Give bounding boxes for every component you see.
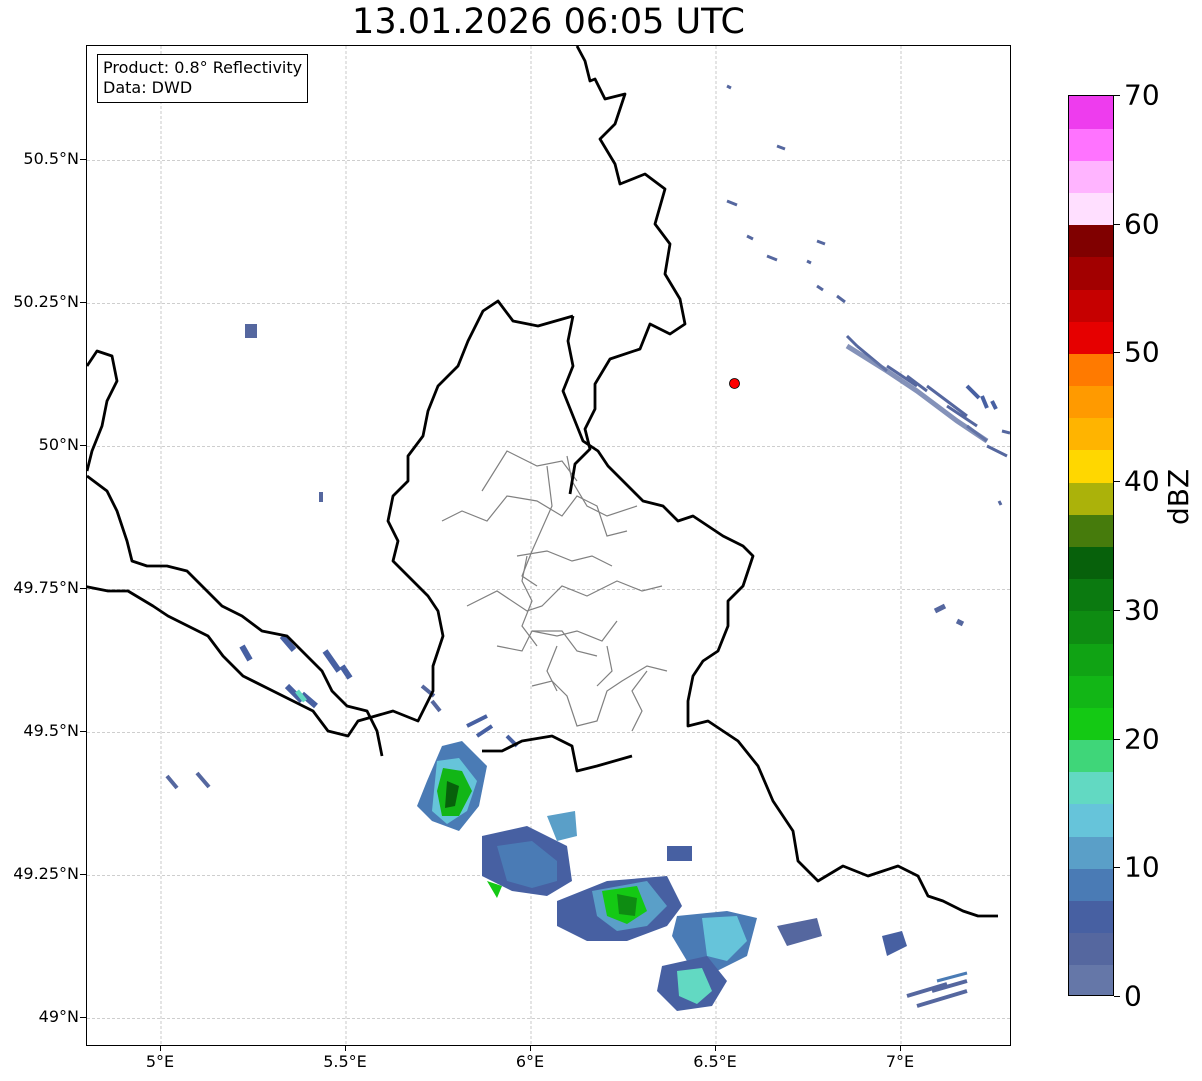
- colorbar-segment: [1069, 610, 1113, 644]
- colorbar-tick: [1114, 95, 1120, 96]
- lon-tick-label: 6.5°E: [693, 1052, 737, 1071]
- colorbar-segment: [1069, 224, 1113, 258]
- colorbar-segment: [1069, 514, 1113, 547]
- lon-tick-label: 6°E: [515, 1052, 545, 1071]
- colorbar-tick-label: 0: [1124, 979, 1142, 1013]
- lat-tick: [80, 874, 86, 876]
- colorbar-segment: [1069, 739, 1113, 773]
- colorbar-segment: [1069, 353, 1113, 387]
- product-info-box: Product: 0.8° Reflectivity Data: DWD: [97, 54, 309, 103]
- colorbar-segment: [1069, 321, 1113, 354]
- colorbar-segment: [1069, 675, 1113, 708]
- colorbar-segment: [1069, 449, 1113, 483]
- colorbar-segment: [1069, 128, 1113, 161]
- colorbar-segment: [1069, 417, 1113, 451]
- lat-tick: [80, 159, 86, 161]
- colorbar-segment: [1069, 482, 1113, 515]
- map-title: 13.01.2026 06:05 UTC: [352, 2, 745, 42]
- lat-tick-label: 49.5°N: [23, 721, 79, 741]
- colorbar-segment: [1069, 643, 1113, 676]
- colorbar-segment: [1069, 192, 1113, 226]
- lat-tick: [80, 588, 86, 590]
- data-source-label: Data: DWD: [103, 78, 193, 97]
- lon-tick: [160, 1046, 161, 1051]
- lat-tick: [80, 1017, 86, 1019]
- colorbar-unit-label: dBZ: [1162, 468, 1195, 525]
- lat-tick-label: 50°N: [38, 435, 79, 455]
- colorbar-tick: [1114, 223, 1120, 225]
- colorbar-tick-label: 10: [1124, 850, 1160, 884]
- lat-tick-label: 49°N: [38, 1007, 79, 1027]
- colorbar-segment: [1069, 256, 1113, 290]
- national-borders: [87, 46, 998, 918]
- colorbar-tick-label: 40: [1124, 464, 1160, 498]
- colorbar-segment: [1069, 964, 1113, 995]
- product-label: Product: 0.8° Reflectivity: [103, 58, 303, 77]
- colorbar-tick: [1114, 867, 1120, 869]
- colorbar-tick: [1114, 352, 1120, 354]
- colorbar-segment: [1069, 932, 1113, 966]
- colorbar-tick-label: 30: [1124, 593, 1160, 627]
- map-canvas: [87, 46, 1010, 1045]
- lon-tick: [345, 1046, 346, 1051]
- lat-tick-label: 49.25°N: [13, 864, 79, 884]
- colorbar-segment: [1069, 289, 1113, 322]
- lat-tick-label: 50.5°N: [23, 149, 79, 169]
- colorbar-segment: [1069, 771, 1113, 805]
- colorbar-tick-label: 20: [1124, 722, 1160, 756]
- lon-tick-label: 5°E: [145, 1052, 175, 1071]
- colorbar-tick-label: 50: [1124, 335, 1160, 369]
- colorbar-segment: [1069, 707, 1113, 741]
- colorbar-segment: [1069, 96, 1113, 129]
- colorbar-segment: [1069, 546, 1113, 580]
- lon-tick-label: 5.5°E: [323, 1052, 367, 1071]
- radar-map[interactable]: [86, 45, 1011, 1046]
- colorbar-tick-label: 60: [1124, 207, 1160, 241]
- lat-tick: [80, 445, 86, 447]
- colorbar-segment: [1069, 385, 1113, 419]
- lat-tick: [80, 302, 86, 304]
- graticule: [87, 46, 1010, 1045]
- colorbar-segment: [1069, 578, 1113, 612]
- lat-tick-label: 50.25°N: [13, 292, 79, 312]
- lat-tick: [80, 731, 86, 733]
- radar-site-marker[interactable]: [729, 378, 740, 389]
- lat-tick-label: 49.75°N: [13, 578, 79, 598]
- colorbar-segment: [1069, 836, 1113, 869]
- colorbar-segment: [1069, 803, 1113, 837]
- lon-tick: [900, 1046, 901, 1051]
- colorbar-segment: [1069, 160, 1113, 194]
- colorbar-tick: [1114, 996, 1120, 997]
- colorbar-segment: [1069, 900, 1113, 934]
- lon-tick: [530, 1046, 531, 1051]
- colorbar-tick-label: 70: [1124, 78, 1160, 112]
- lon-tick-label: 7°E: [885, 1052, 915, 1071]
- colorbar-tick: [1114, 609, 1120, 611]
- reflectivity-colorbar: [1068, 95, 1114, 996]
- colorbar-tick: [1114, 481, 1120, 483]
- lon-tick: [715, 1046, 716, 1051]
- colorbar-tick: [1114, 738, 1120, 740]
- colorbar-segment: [1069, 868, 1113, 901]
